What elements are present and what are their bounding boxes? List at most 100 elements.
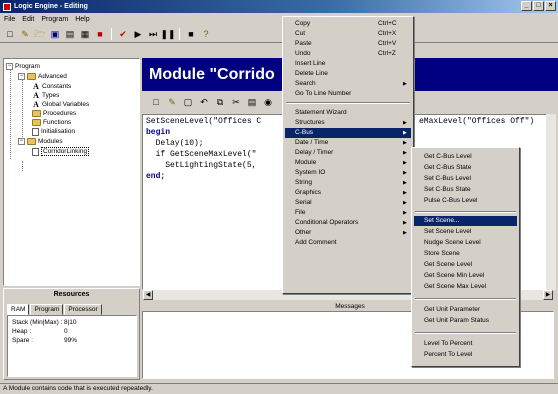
menu-item-add-comment[interactable]: Add Comment <box>285 238 411 248</box>
collapse-icon[interactable]: − <box>18 73 25 80</box>
menu-item-graphics[interactable]: Graphics ▶ <box>285 188 411 198</box>
code-text: SetSceneLevel("Offices C <box>146 117 262 126</box>
scroll-left-icon[interactable]: ◀ <box>143 290 153 300</box>
print-icon[interactable]: ▤ <box>64 28 76 40</box>
submenu-item[interactable]: Store Scene <box>414 249 517 259</box>
open-icon[interactable]: 🗁 <box>34 28 46 40</box>
submenu-item[interactable]: Set C-Bus State <box>414 185 517 195</box>
submenu-item[interactable]: Set Scene Level <box>414 227 517 237</box>
save-icon[interactable]: ▣ <box>49 28 61 40</box>
menu-item-module[interactable]: Module ▶ <box>285 158 411 168</box>
new-icon[interactable]: □ <box>150 96 162 108</box>
submenu-item-set-scene[interactable]: Set Scene... <box>414 216 517 226</box>
tree-node-initialisation[interactable]: Initialisation <box>32 127 75 136</box>
copy-icon[interactable]: ⧉ <box>214 96 226 108</box>
menu-shortcut: Ctrl+V <box>378 40 397 47</box>
submenu-arrow-icon: ▶ <box>403 210 407 216</box>
submenu-item[interactable]: Get Scene Level <box>414 260 517 270</box>
pause-icon[interactable]: ❚❚ <box>160 28 175 40</box>
submenu-item[interactable]: Nudge Scene Level <box>414 238 517 248</box>
pen-icon[interactable]: ✎ <box>166 96 178 108</box>
tree-node-advanced[interactable]: − Advanced <box>18 72 67 81</box>
tree-label: Global Variables <box>42 101 90 108</box>
paste-icon[interactable]: ▤ <box>246 96 258 108</box>
menu-edit[interactable]: Edit <box>22 16 34 23</box>
menu-item-statement-wizard[interactable]: Statement Wizard <box>285 108 411 118</box>
menu-label: Conditional Operators <box>295 219 359 226</box>
menu-item-copy[interactable]: Copy Ctrl+C <box>285 19 411 29</box>
cut-icon[interactable]: ✂ <box>230 96 242 108</box>
tab-processor[interactable]: Processor <box>64 304 102 315</box>
pen-icon[interactable]: ✎ <box>19 28 31 40</box>
submenu-item[interactable]: Get Unit Param Status <box>414 316 517 326</box>
menu-file[interactable]: File <box>4 16 15 23</box>
tree-node-global-variables[interactable]: A Global Variables <box>32 100 89 109</box>
collapse-icon[interactable]: − <box>18 138 25 145</box>
close-button[interactable]: × <box>545 1 556 11</box>
menu-item-cut[interactable]: Cut Ctrl+X <box>285 29 411 39</box>
tree-node-procedures[interactable]: Procedures <box>32 109 76 118</box>
menu-item-date-time[interactable]: Date / Time ▶ <box>285 138 411 148</box>
menu-item-search[interactable]: Search ▶ <box>285 79 411 89</box>
tree-label: Functions <box>43 119 72 126</box>
tree-node-functions[interactable]: Functions <box>32 118 71 127</box>
tree-label: Types <box>42 92 60 99</box>
resources-title: Resources <box>53 291 90 298</box>
module-icon[interactable]: ▦ <box>79 28 91 40</box>
tree-node-program[interactable]: − Program <box>6 62 40 71</box>
menu-help[interactable]: Help <box>75 16 89 23</box>
maximize-button[interactable]: □ <box>533 1 544 11</box>
minimize-button[interactable]: _ <box>521 1 532 11</box>
menu-item-serial[interactable]: Serial ▶ <box>285 198 411 208</box>
menu-item-other[interactable]: Other ▶ <box>285 228 411 238</box>
submenu-item[interactable]: Set C-Bus Level <box>414 174 517 184</box>
run-icon[interactable]: ▶ <box>132 28 144 40</box>
program-tree[interactable]: − Program − Advanced A Constants A Types… <box>3 58 140 286</box>
tab-ram[interactable]: RAM <box>7 304 30 315</box>
tree-node-types[interactable]: A Types <box>32 91 59 100</box>
new-icon[interactable]: □ <box>4 28 16 40</box>
resource-key: Heap : <box>12 328 32 335</box>
submenu-item[interactable]: Get Unit Parameter <box>414 305 517 315</box>
menu-item-go-to-line[interactable]: Go To Line Number <box>285 89 411 99</box>
tree-node-constants[interactable]: A Constants <box>32 82 71 91</box>
submenu-item[interactable]: Percent To Level <box>414 350 517 360</box>
check-icon[interactable]: ✔ <box>117 28 129 40</box>
stop-icon[interactable]: ■ <box>94 28 106 40</box>
menu-program[interactable]: Program <box>41 16 68 23</box>
binoculars-icon[interactable]: ◉ <box>262 96 274 108</box>
menu-item-delay-timer[interactable]: Delay / Timer ▶ <box>285 148 411 158</box>
step-icon[interactable]: ⏭ <box>147 28 159 40</box>
tree-node-modules[interactable]: − Modules <box>18 137 63 146</box>
stop-run-icon[interactable]: ■ <box>185 28 197 40</box>
help-icon[interactable]: ? <box>200 28 212 40</box>
title-bar: Logic Engine - Editing _ □ × <box>0 0 558 13</box>
menu-item-cbus[interactable]: C-Bus ▶ <box>285 128 411 138</box>
menu-item-insert-line[interactable]: Insert Line <box>285 59 411 69</box>
folder-icon <box>32 119 41 126</box>
menu-item-string[interactable]: String ▶ <box>285 178 411 188</box>
editor-vertical-scrollbar[interactable] <box>546 114 556 290</box>
tab-program[interactable]: Program <box>30 304 64 315</box>
submenu-item[interactable]: Get Scene Max Level <box>414 282 517 292</box>
undo-icon[interactable]: ↶ <box>198 96 210 108</box>
submenu-item[interactable]: Get C-Bus Level <box>414 152 517 162</box>
menu-label: System IO <box>295 169 326 176</box>
menu-item-structures[interactable]: Structures ▶ <box>285 118 411 128</box>
menu-label: Other <box>295 229 312 236</box>
menu-item-paste[interactable]: Paste Ctrl+V <box>285 39 411 49</box>
scroll-right-icon[interactable]: ▶ <box>543 290 553 300</box>
submenu-item[interactable]: Level To Percent <box>414 339 517 349</box>
submenu-item[interactable]: Pulse C-Bus Level <box>414 196 517 206</box>
menu-item-file[interactable]: File ▶ <box>285 208 411 218</box>
tree-node-corridorlinking[interactable]: CorridorLinking <box>32 147 90 156</box>
collapse-icon[interactable]: − <box>6 63 13 70</box>
submenu-item[interactable]: Get Scene Min Level <box>414 271 517 281</box>
menu-item-delete-line[interactable]: Delete Line <box>285 69 411 79</box>
letter-a-icon: A <box>33 91 39 100</box>
submenu-item[interactable]: Get C-Bus State <box>414 163 517 173</box>
box-icon[interactable]: ▢ <box>182 96 194 108</box>
menu-item-undo[interactable]: Undo Ctrl+Z <box>285 49 411 59</box>
menu-item-conditional-operators[interactable]: Conditional Operators ▶ <box>285 218 411 228</box>
menu-item-system-io[interactable]: System IO ▶ <box>285 168 411 178</box>
